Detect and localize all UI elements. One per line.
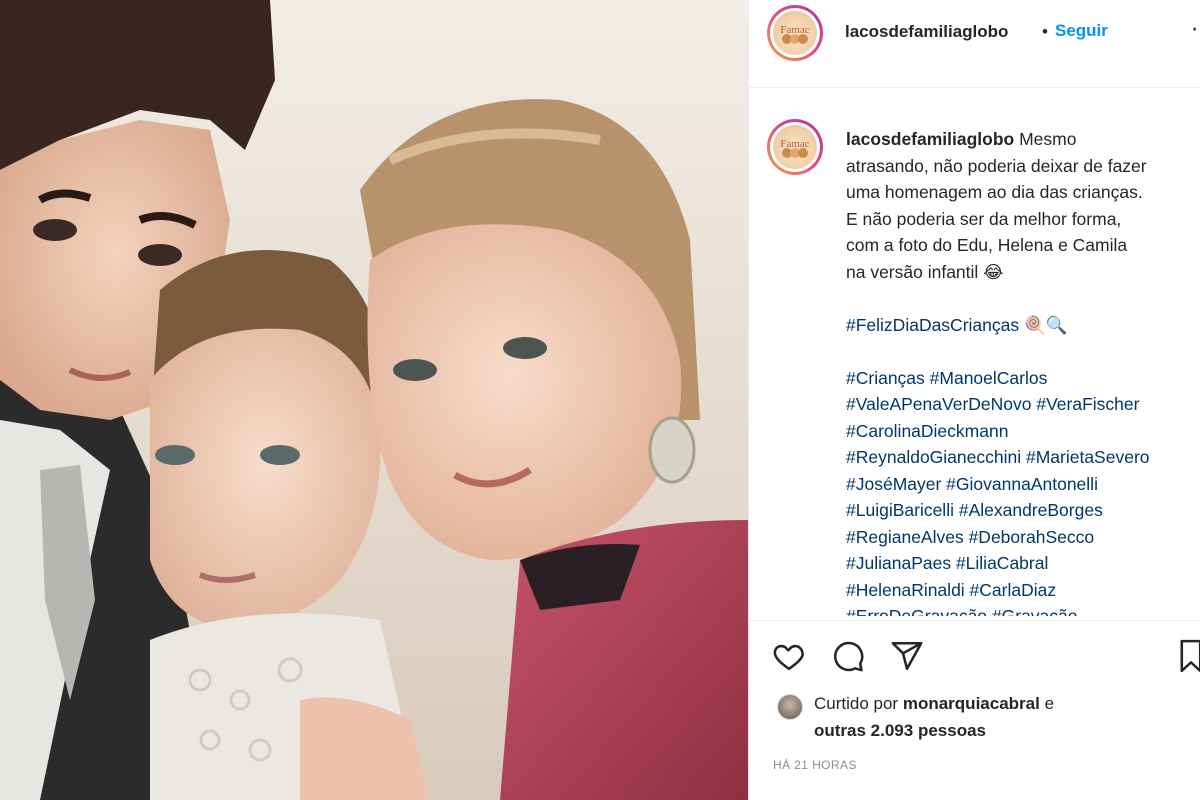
caption-text-line: na versão infantil 😂 [846,261,1004,282]
caption-text-line: Mesmo [1019,129,1077,149]
caption-text-line: atrasando, não poderia deixar de fazer [846,155,1147,176]
hashtag-line[interactable]: #HelenaRinaldi #CarlaDiaz [846,577,1200,604]
hashtag-line[interactable]: #RegianeAlves #DeborahSecco [846,524,1200,551]
profile-avatar[interactable]: Famac [767,5,823,61]
svg-text:Famac: Famac [780,24,809,36]
brand-logo: Famac [773,125,817,169]
post-detail-pane: Famac lacosdefamiliaglobo • Seguir ⋯ Fam… [748,0,1200,800]
children-portrait-image [0,0,748,800]
comment-icon[interactable] [831,639,865,678]
caption-text-line: com a foto do Edu, Helena e Camila [846,235,1128,255]
likes-count[interactable]: outras 2.093 pessoas [814,721,986,741]
post-timestamp[interactable]: HÁ 21 HORAS [773,758,857,772]
post-header: Famac lacosdefamiliaglobo • Seguir ⋯ [749,0,1200,88]
bookmark-icon[interactable] [1179,639,1200,678]
liker-avatar[interactable] [777,694,803,720]
svg-text:Famac: Famac [780,138,809,150]
post-photo[interactable] [0,0,748,800]
paper-plane-icon[interactable] [889,639,925,678]
caption-text-line: uma homenagem ao dia das crianças. [846,182,1143,202]
hashtag-line[interactable]: #ValeAPenaVerDeNovo #VeraFischer [846,391,1200,418]
follow-button[interactable]: Seguir [1055,21,1108,41]
caption-avatar[interactable]: Famac [767,119,823,175]
more-icon[interactable]: ⋯ [1191,16,1200,42]
caption-text-line: E não poderia ser da melhor forma, [846,208,1122,229]
hashtag-line[interactable]: #Crianças #ManoelCarlos [846,365,1200,392]
brand-logo: Famac [773,11,817,55]
hashtag-line[interactable]: #CarolinaDieckmann [846,418,1200,445]
likes-others[interactable]: outras 2.093 pessoas [814,721,986,740]
liked-by-text: Curtido por monarquiacabral e [814,694,1054,714]
hashtag-line[interactable]: #JulianaPaes #LiliaCabral [846,550,1200,577]
liker-username[interactable]: monarquiacabral [903,694,1040,713]
post-actions: Curtido por monarquiacabral e outras 2.0… [749,620,1200,800]
hashtag-line[interactable]: #JoséMayer #GiovannaAntonelli [846,471,1200,498]
post-username[interactable]: lacosdefamiliaglobo [845,22,1008,42]
hashtag-line[interactable]: #ReynaldoGianecchini #MarietaSevero [846,444,1200,471]
caption-emoji: 🍭🔍 [1024,314,1068,335]
liked-by-conjunction: e [1044,694,1055,713]
separator-dot: • [1042,22,1048,41]
caption-username[interactable]: lacosdefamiliaglobo [846,129,1014,149]
hashtag-line[interactable]: #ErroDeGravação #Gravação [846,603,1200,616]
post-caption: lacosdefamiliaglobo Mesmo atrasando, não… [846,126,1200,616]
hashtag-link[interactable]: #FelizDiaDasCrianças [846,315,1019,335]
liked-by-prefix: Curtido por [814,694,899,713]
heart-icon[interactable] [771,639,807,678]
caption-scroll-area[interactable]: Famac lacosdefamiliaglobo Mesmo atrasand… [749,89,1200,616]
hashtag-line[interactable]: #LuigiBaricelli #AlexandreBorges [846,497,1200,524]
